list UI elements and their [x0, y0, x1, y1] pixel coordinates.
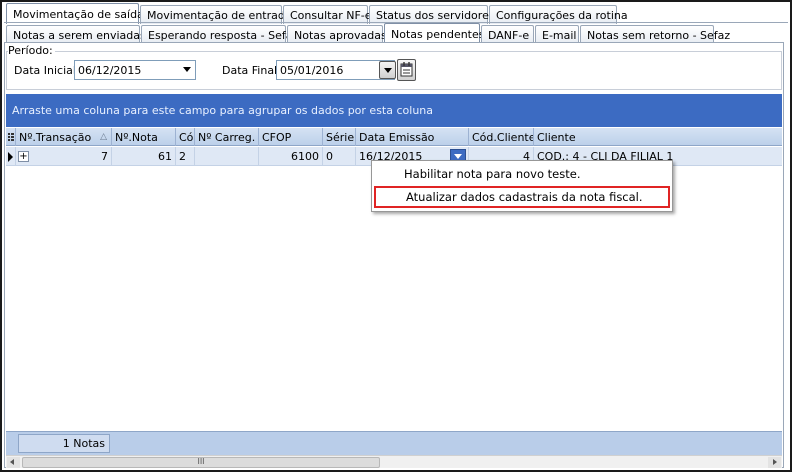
calendar-icon — [400, 62, 413, 77]
calendar-button[interactable] — [397, 59, 416, 81]
column-chooser-icon[interactable] — [6, 128, 16, 146]
cell-cod: 2 — [176, 147, 195, 166]
grid-header: Nº.Transação △ Nº.Nota Cód Nº Carreg. CF… — [6, 128, 782, 146]
col-cliente[interactable]: Cliente — [534, 128, 782, 146]
chevron-down-icon[interactable] — [183, 67, 191, 72]
col-cod-cliente[interactable]: Cód.Cliente — [469, 128, 534, 146]
row-indicator — [6, 147, 16, 166]
data-final-dropdown-button[interactable] — [379, 61, 396, 79]
cell-transacao: 7 — [101, 150, 108, 163]
sub-tab-bar: Notas a serem enviadas Esperando respost… — [6, 23, 730, 44]
expand-row-icon[interactable]: + — [18, 151, 29, 162]
scroll-right-icon[interactable] — [768, 457, 781, 468]
data-inicial-value: 06/12/2015 — [78, 63, 142, 77]
col-carreg[interactable]: Nº Carreg. — [195, 128, 259, 146]
notes-count: 1 Notas — [18, 434, 110, 453]
cell-serie: 0 — [323, 147, 356, 166]
group-by-area[interactable]: Arraste uma coluna para este campo para … — [6, 94, 782, 127]
cell-nota: 61 — [112, 147, 176, 166]
grid-footer: 1 Notas — [6, 431, 782, 455]
row-pointer-icon — [8, 151, 13, 162]
col-serie[interactable]: Série — [323, 128, 356, 146]
data-final-value: 05/01/2016 — [280, 63, 344, 77]
sort-asc-icon: △ — [100, 132, 107, 142]
data-inicial-field[interactable]: 06/12/2015 — [74, 60, 196, 80]
periodo-label: Período: — [8, 44, 55, 57]
tab-notas-pendentes[interactable]: Notas pendentes — [384, 23, 485, 44]
menu-item-atualizar-dados[interactable]: Atualizar dados cadastrais da nota fisca… — [374, 186, 670, 208]
context-menu: Habilitar nota para novo teste. Atualiza… — [371, 160, 673, 212]
col-nota[interactable]: Nº.Nota — [112, 128, 176, 146]
col-data-emissao[interactable]: Data Emissão — [356, 128, 469, 146]
tab-movimentacao-saida[interactable]: Movimentação de saída — [6, 3, 144, 24]
data-final-label: Data Final — [222, 64, 278, 77]
col-cod[interactable]: Cód — [176, 128, 195, 146]
data-inicial-label: Data Inicial — [14, 64, 76, 77]
scroll-thumb[interactable]: III — [22, 457, 380, 468]
cell-carreg — [195, 147, 259, 166]
horizontal-scrollbar[interactable]: III — [6, 455, 782, 468]
col-transacao[interactable]: Nº.Transação △ — [16, 128, 112, 146]
data-final-field[interactable]: 05/01/2016 — [276, 60, 395, 80]
col-cfop[interactable]: CFOP — [259, 128, 323, 146]
main-tab-bar: Movimentação de saída Movimentação de en… — [6, 3, 628, 24]
scroll-left-icon[interactable] — [7, 457, 20, 468]
cell-cfop: 6100 — [259, 147, 323, 166]
menu-item-habilitar-nota[interactable]: Habilitar nota para novo teste. — [374, 163, 670, 185]
